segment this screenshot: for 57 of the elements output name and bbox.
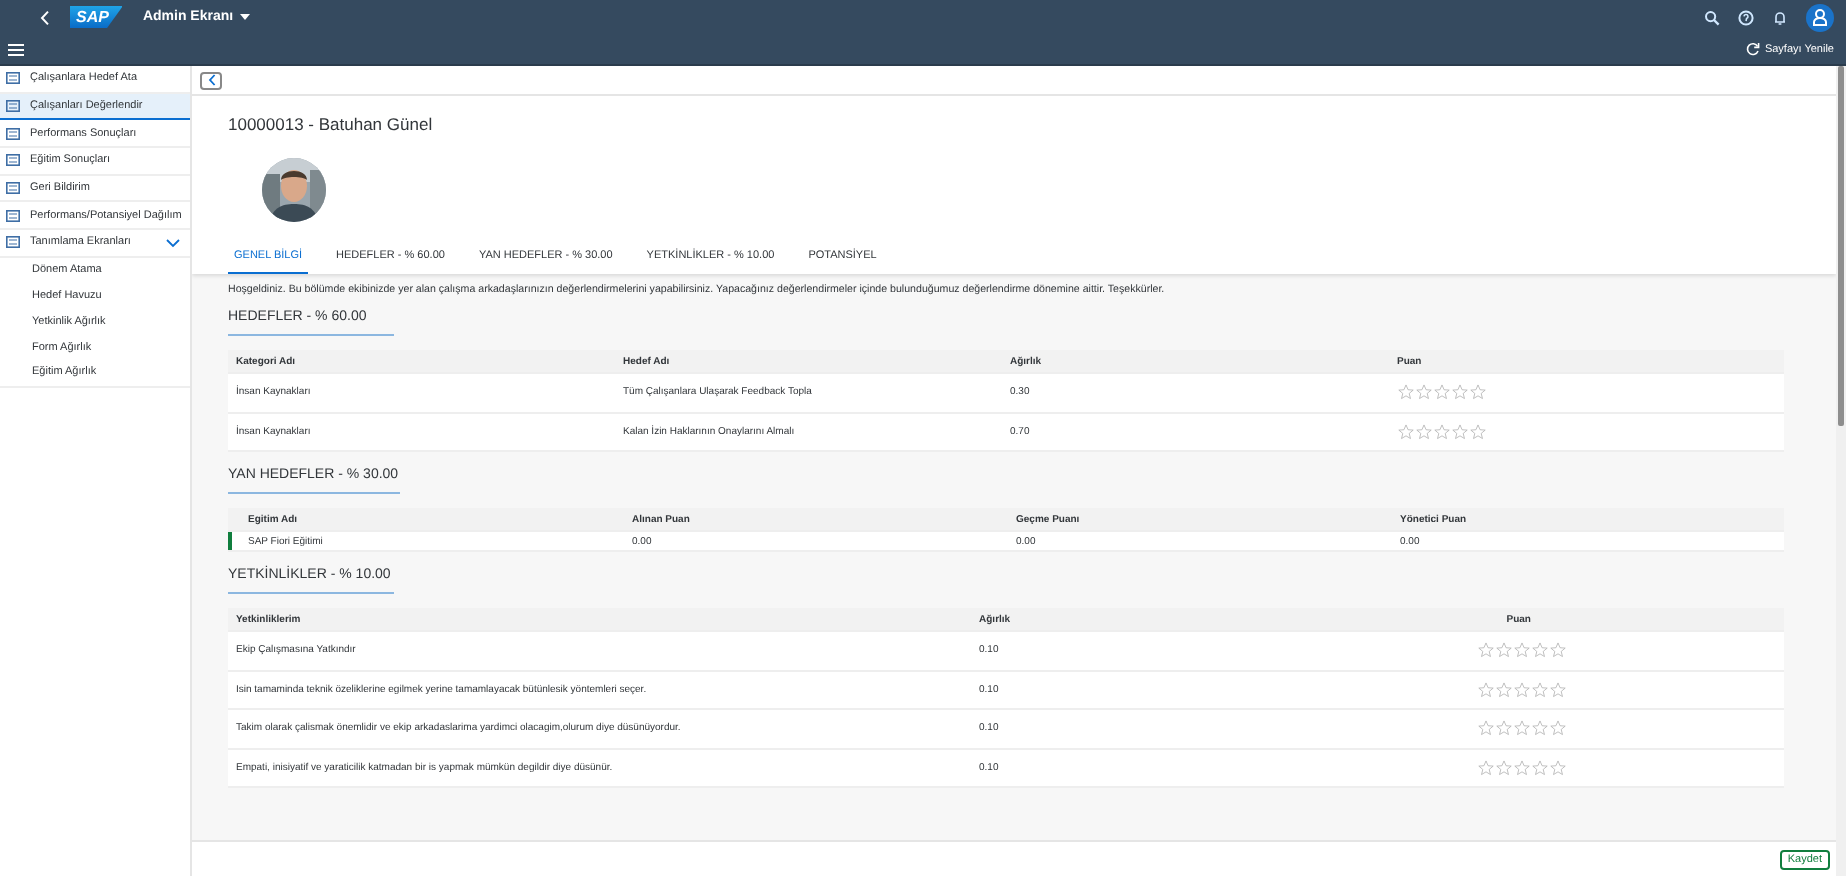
list-icon <box>6 100 20 113</box>
search-icon[interactable] <box>1704 9 1720 25</box>
list-icon <box>6 209 20 222</box>
user-avatar-icon[interactable] <box>1806 3 1834 31</box>
list-icon <box>6 182 20 195</box>
star-icon[interactable] <box>1478 642 1495 659</box>
star-icon[interactable] <box>1514 642 1531 659</box>
star-icon[interactable] <box>1496 759 1513 776</box>
chevron-left-icon <box>207 74 215 86</box>
rating-stars[interactable] <box>1478 759 1567 776</box>
star-icon[interactable] <box>1451 423 1467 440</box>
star-icon[interactable] <box>1496 720 1513 737</box>
star-icon[interactable] <box>1397 423 1413 440</box>
star-icon[interactable] <box>1433 384 1449 401</box>
star-icon[interactable] <box>1532 642 1549 659</box>
rating-stars[interactable] <box>1478 720 1567 737</box>
star-icon[interactable] <box>1433 423 1449 440</box>
scrollbar[interactable] <box>1836 66 1846 876</box>
star-icon[interactable] <box>1514 720 1531 737</box>
bell-icon[interactable] <box>1772 9 1788 25</box>
star-icon[interactable] <box>1550 759 1567 776</box>
back-icon[interactable] <box>40 9 50 25</box>
caret-icon <box>239 13 250 21</box>
star-icon[interactable] <box>1532 759 1549 776</box>
list-icon <box>6 154 20 167</box>
chevron-icon[interactable] <box>166 237 180 248</box>
star-icon[interactable] <box>1550 642 1567 659</box>
rating-stars[interactable] <box>1478 681 1567 698</box>
help-icon[interactable] <box>1738 9 1754 25</box>
refresh-icon <box>1746 42 1761 56</box>
star-icon[interactable] <box>1496 642 1513 659</box>
star-icon[interactable] <box>1532 720 1549 737</box>
star-icon[interactable] <box>1550 681 1567 698</box>
star-icon[interactable] <box>1478 720 1495 737</box>
rating-stars[interactable] <box>1397 384 1485 401</box>
star-icon[interactable] <box>1469 384 1485 401</box>
list-icon <box>6 72 20 85</box>
star-icon[interactable] <box>1532 681 1549 698</box>
star-icon[interactable] <box>1415 384 1431 401</box>
list-icon <box>6 236 20 249</box>
star-icon[interactable] <box>1496 681 1513 698</box>
list-icon <box>6 127 20 140</box>
page-title: 10000013 - Batuhan Günel <box>228 114 435 134</box>
back-button[interactable] <box>200 71 222 89</box>
star-icon[interactable] <box>1478 681 1495 698</box>
star-icon[interactable] <box>1478 759 1495 776</box>
menu-icon[interactable] <box>8 43 24 55</box>
rating-stars[interactable] <box>1478 642 1567 659</box>
star-icon[interactable] <box>1514 681 1531 698</box>
star-icon[interactable] <box>1469 423 1485 440</box>
rating-stars[interactable] <box>1397 423 1485 440</box>
star-icon[interactable] <box>1415 423 1431 440</box>
star-icon[interactable] <box>1514 759 1531 776</box>
star-icon[interactable] <box>1451 384 1467 401</box>
star-icon[interactable] <box>1397 384 1413 401</box>
star-icon[interactable] <box>1550 720 1567 737</box>
logo: SAP <box>70 6 123 28</box>
